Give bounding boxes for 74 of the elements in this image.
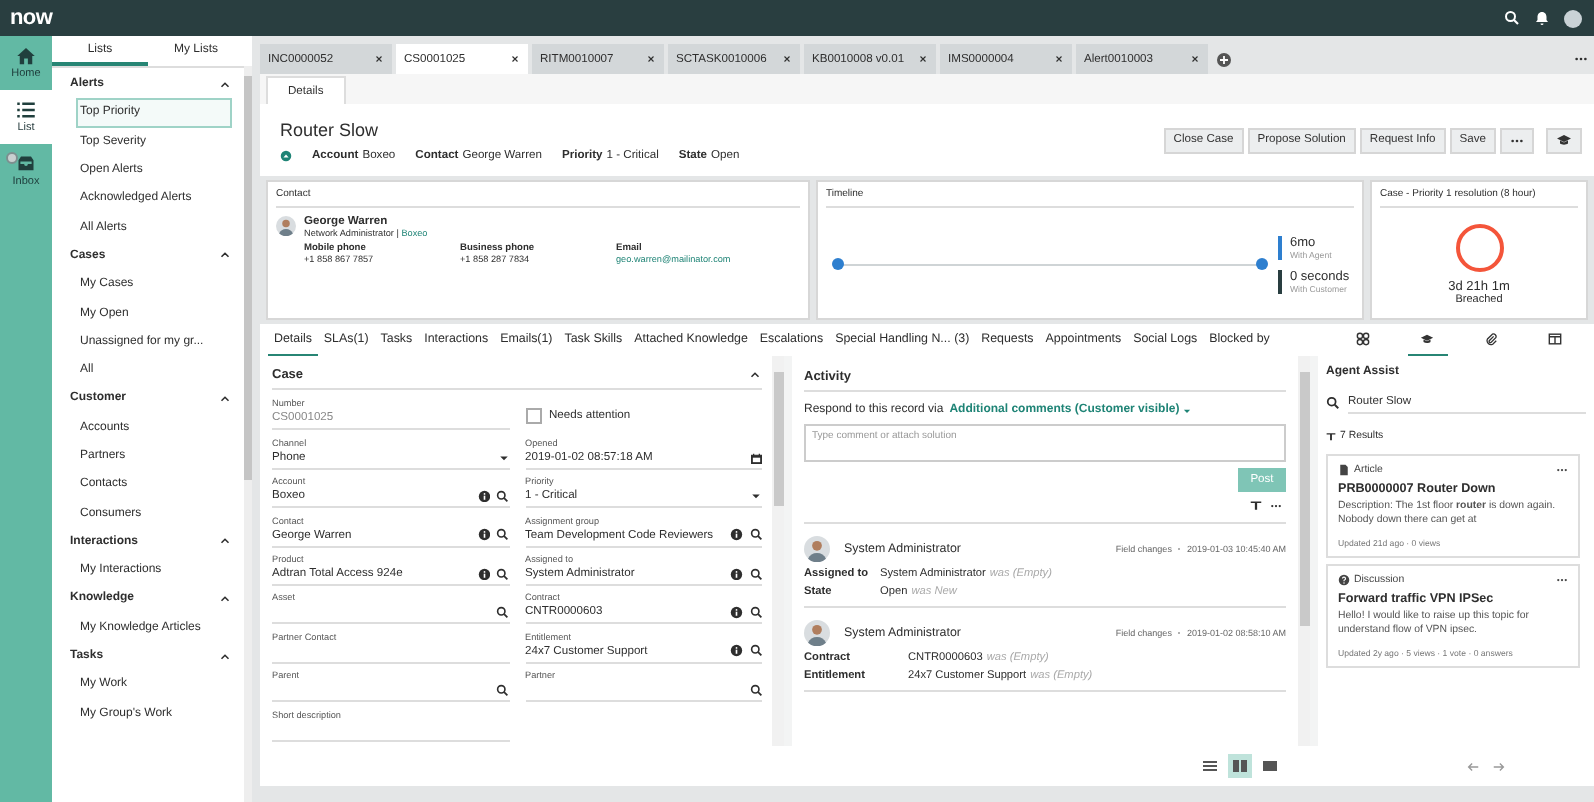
avatar[interactable] [1564,9,1582,27]
inbox-icon [16,154,36,174]
logo[interactable]: now [10,6,53,30]
input-field[interactable] [272,680,509,703]
avatar-icon [804,620,830,646]
checkbox[interactable] [525,408,541,425]
forward-icon[interactable] [1492,759,1506,773]
list-icon [16,100,36,120]
close-icon[interactable] [374,54,384,64]
mortarboard-icon [1420,332,1435,346]
caret-icon[interactable] [218,391,232,406]
input-field[interactable] [272,602,509,625]
avatar-icon [804,536,830,562]
close-icon[interactable] [1190,54,1200,64]
document-icon [1338,464,1350,476]
search-icon [1326,396,1340,410]
split-view-icon [1232,758,1248,774]
record-title: Router Slow [280,119,381,139]
caret-icon[interactable] [218,248,232,263]
sla-ring [1455,224,1503,272]
add-icon[interactable] [1216,52,1232,68]
rows-icon [1202,758,1218,774]
search-icon[interactable] [1504,10,1520,26]
more-icon[interactable] [1574,52,1588,66]
bell-icon[interactable] [1534,10,1550,26]
scrollbar[interactable] [1299,372,1309,626]
caret-icon [1181,405,1192,415]
search-icon[interactable] [496,528,509,542]
caret-icon[interactable] [218,534,232,549]
scrollbar[interactable] [244,76,252,481]
search-icon[interactable] [496,683,509,697]
info-icon[interactable] [730,567,743,581]
scrollbar[interactable] [773,372,783,506]
info-icon[interactable] [730,528,743,542]
info-icon[interactable] [477,528,490,542]
question-icon [1338,574,1350,587]
search-icon[interactable] [749,644,762,658]
mortarboard-icon [1556,132,1572,148]
full-view-icon [1262,758,1278,774]
circles-icon [1356,332,1371,346]
search-icon[interactable] [496,489,509,503]
avatar-icon [276,216,296,236]
search-icon[interactable] [496,567,509,581]
caret-icon[interactable] [218,649,232,664]
close-icon[interactable] [510,54,520,64]
back-icon[interactable] [1466,759,1480,773]
close-icon[interactable] [646,54,656,64]
filter-icon[interactable] [1250,500,1262,512]
info-icon[interactable] [477,567,490,581]
caret-icon[interactable] [748,367,762,381]
paperclip-icon [1483,332,1498,346]
search-icon[interactable] [749,528,762,542]
columns-icon [1547,332,1562,346]
view-button[interactable] [1228,754,1252,778]
info-icon[interactable] [730,644,743,658]
close-icon[interactable] [918,54,928,64]
caret-icon[interactable] [218,77,232,92]
search-icon[interactable] [749,683,762,697]
close-icon[interactable] [1054,54,1064,64]
search-icon[interactable] [496,606,509,620]
caret-icon [497,451,509,464]
agent-assist-button[interactable] [1546,127,1582,153]
status-icon [280,149,292,161]
calendar-icon[interactable] [749,451,762,465]
info-icon[interactable] [477,489,490,503]
search-icon[interactable] [749,606,762,620]
home-icon [16,46,36,66]
filter-icon [1326,431,1336,441]
info-icon[interactable] [730,606,743,620]
caret-icon [750,490,762,503]
close-icon[interactable] [782,54,792,64]
search-icon[interactable] [749,567,762,581]
input-field[interactable] [525,680,762,703]
caret-icon[interactable] [218,591,232,606]
